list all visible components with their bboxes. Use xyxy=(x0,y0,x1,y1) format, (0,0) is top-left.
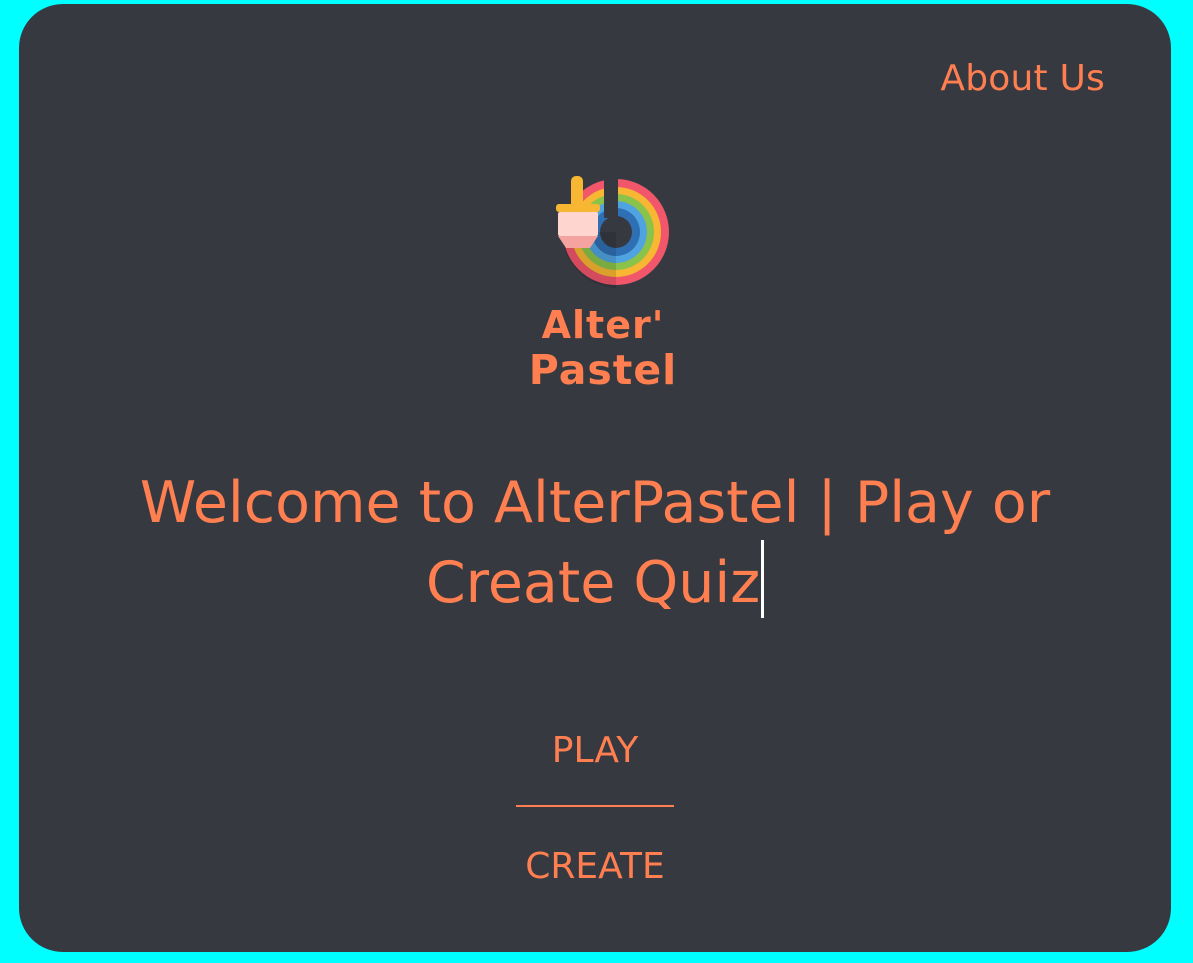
typing-cursor xyxy=(761,540,765,618)
alterpastel-logo: Alter' Pastel xyxy=(518,170,688,394)
headline-text: Welcome to AlterPastel | Play or Create … xyxy=(139,470,1051,616)
divider xyxy=(516,805,674,807)
play-button[interactable]: PLAY xyxy=(19,730,1171,771)
about-us-link[interactable]: About Us xyxy=(940,58,1105,99)
paintbrush-rainbow-icon xyxy=(556,174,669,288)
logo-text-line2: Pastel xyxy=(528,346,678,394)
main-card: About Us Alter' Pastel Welcome to AlterP… xyxy=(19,4,1171,952)
welcome-headline: Welcome to AlterPastel | Play or Create … xyxy=(43,466,1147,620)
logo-text-line1: Alter' xyxy=(541,303,665,347)
create-button[interactable]: CREATE xyxy=(19,846,1171,887)
